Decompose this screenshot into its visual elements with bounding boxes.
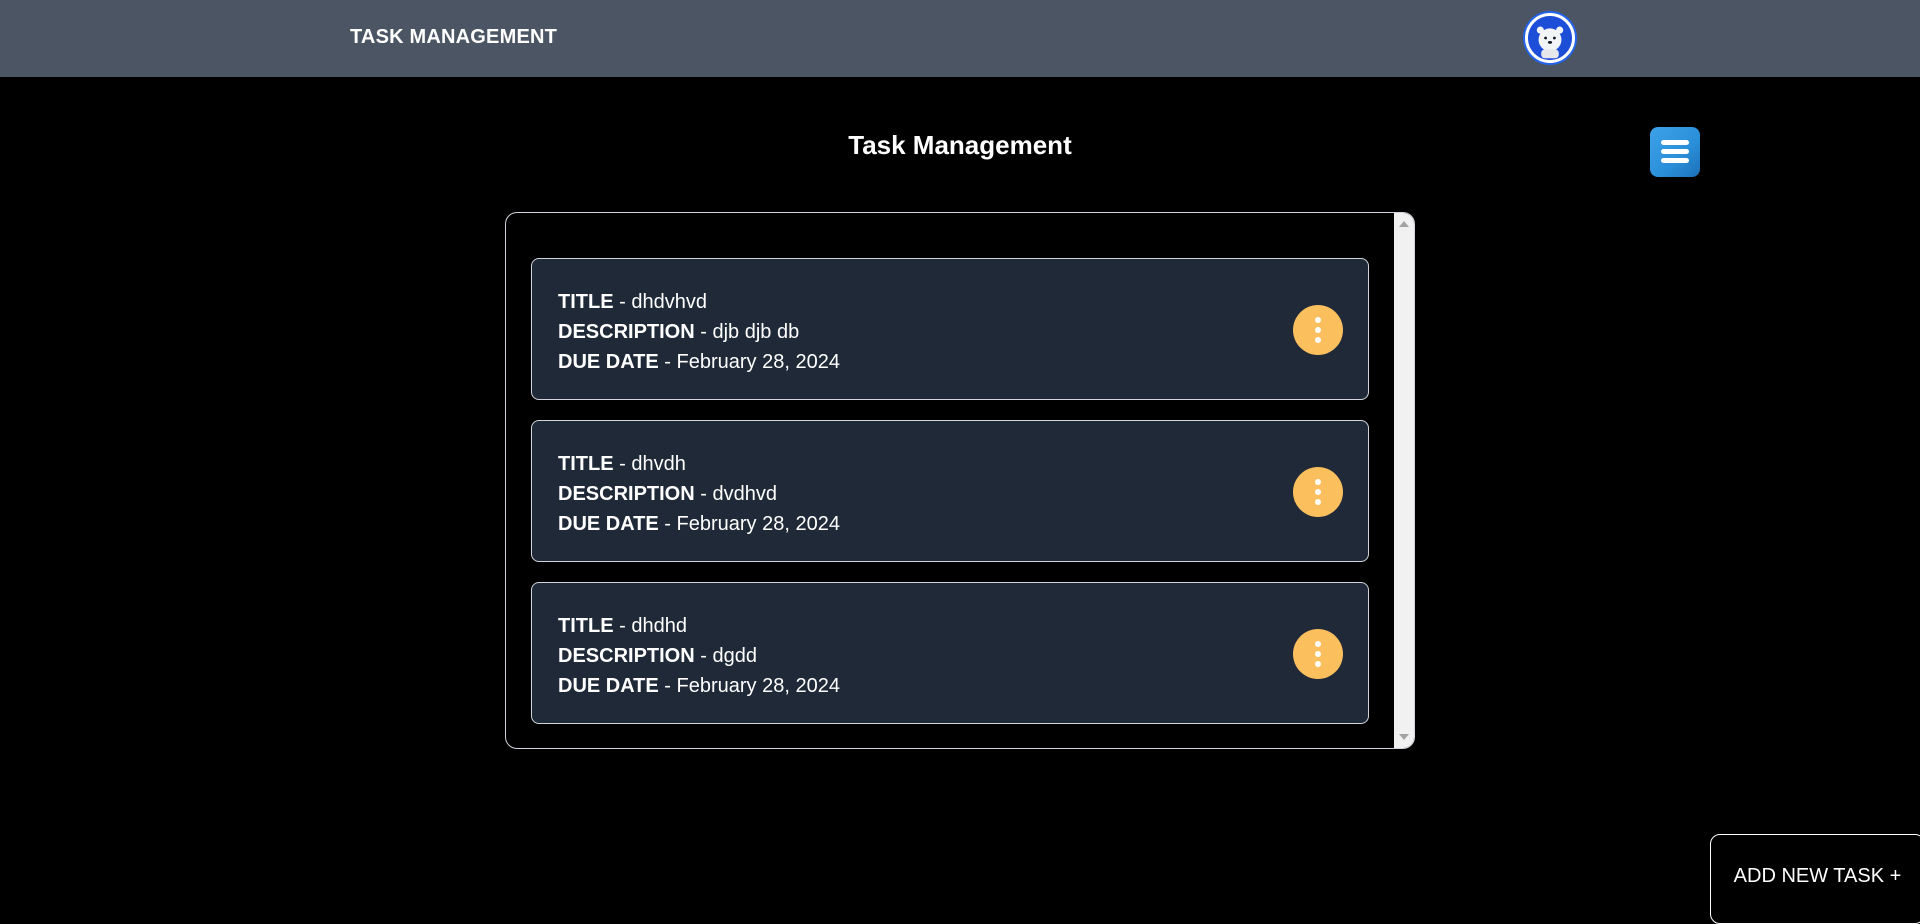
title-label: TITLE <box>558 615 614 637</box>
kebab-dot <box>1315 327 1321 333</box>
task-description-line: DESCRIPTION - dvdhvd <box>558 479 840 509</box>
brand-title: TASK MANAGEMENT <box>350 26 558 48</box>
task-due-date-line: DUE DATE - February 28, 2024 <box>558 509 840 539</box>
label-separator: - <box>613 453 632 475</box>
task-title-value: dhdvhvd <box>631 291 707 313</box>
kebab-dot <box>1315 499 1321 505</box>
kebab-dot <box>1315 641 1321 647</box>
task-due-date-line: DUE DATE - February 28, 2024 <box>558 347 840 377</box>
add-new-task-button[interactable]: ADD NEW TASK + <box>1710 834 1920 924</box>
task-details: TITLE - dhvdh DESCRIPTION - dvdhvd DUE D… <box>558 449 840 539</box>
menu-bar <box>1661 140 1689 145</box>
task-card: TITLE - dhvdh DESCRIPTION - dvdhvd DUE D… <box>531 420 1369 562</box>
task-description-value: djb djb db <box>712 321 800 343</box>
description-label: DESCRIPTION <box>558 483 695 505</box>
task-options-icon[interactable] <box>1293 305 1343 355</box>
description-label: DESCRIPTION <box>558 645 695 667</box>
task-due-date-value: February 28, 2024 <box>676 351 840 373</box>
scroll-down-arrow-icon[interactable] <box>1399 734 1409 740</box>
page-title: Task Management <box>848 130 1072 160</box>
top-navbar: TASK MANAGEMENT <box>0 0 1920 77</box>
task-title-line: TITLE - dhdvhvd <box>558 287 840 317</box>
label-separator: - <box>613 615 632 637</box>
task-description-value: dgdd <box>712 645 757 667</box>
label-separator: - <box>613 291 632 313</box>
kebab-dot <box>1315 479 1321 485</box>
menu-bar <box>1661 158 1689 163</box>
task-title-value: dhvdh <box>631 453 686 475</box>
kebab-dot <box>1315 661 1321 667</box>
title-label: TITLE <box>558 291 614 313</box>
task-title-value: dhdhd <box>631 615 687 637</box>
due-date-label: DUE DATE <box>558 513 659 535</box>
task-details: TITLE - dhdvhvd DESCRIPTION - djb djb db… <box>558 287 840 377</box>
task-description-value: dvdhvd <box>712 483 777 505</box>
description-label: DESCRIPTION <box>558 321 695 343</box>
task-list-panel: TITLE - dhdvhvd DESCRIPTION - djb djb db… <box>505 212 1415 749</box>
task-due-date-line: DUE DATE - February 28, 2024 <box>558 671 840 701</box>
task-due-date-value: February 28, 2024 <box>676 513 840 535</box>
label-separator: - <box>694 483 713 505</box>
label-separator: - <box>658 351 677 373</box>
kebab-dot <box>1315 337 1321 343</box>
task-description-line: DESCRIPTION - djb djb db <box>558 317 840 347</box>
task-options-icon[interactable] <box>1293 467 1343 517</box>
task-description-line: DESCRIPTION - dgdd <box>558 641 840 671</box>
label-separator: - <box>694 321 713 343</box>
label-separator: - <box>658 513 677 535</box>
menu-bar <box>1661 149 1689 154</box>
task-title-line: TITLE - dhvdh <box>558 449 840 479</box>
kebab-dot <box>1315 651 1321 657</box>
due-date-label: DUE DATE <box>558 351 659 373</box>
title-label: TITLE <box>558 453 614 475</box>
task-title-line: TITLE - dhdhd <box>558 611 840 641</box>
task-details: TITLE - dhdhd DESCRIPTION - dgdd DUE DAT… <box>558 611 840 701</box>
kebab-dot <box>1315 489 1321 495</box>
hamburger-menu-icon[interactable] <box>1650 127 1700 177</box>
task-card: TITLE - dhdhd DESCRIPTION - dgdd DUE DAT… <box>531 582 1369 724</box>
due-date-label: DUE DATE <box>558 675 659 697</box>
task-due-date-value: February 28, 2024 <box>676 675 840 697</box>
kebab-dot <box>1315 317 1321 323</box>
task-card: TITLE - dhdvhvd DESCRIPTION - djb djb db… <box>531 258 1369 400</box>
vertical-scrollbar[interactable] <box>1394 213 1414 748</box>
scroll-up-arrow-icon[interactable] <box>1399 221 1409 227</box>
label-separator: - <box>694 645 713 667</box>
polar-bear-avatar-icon[interactable] <box>1525 13 1575 63</box>
task-options-icon[interactable] <box>1293 629 1343 679</box>
label-separator: - <box>658 675 677 697</box>
